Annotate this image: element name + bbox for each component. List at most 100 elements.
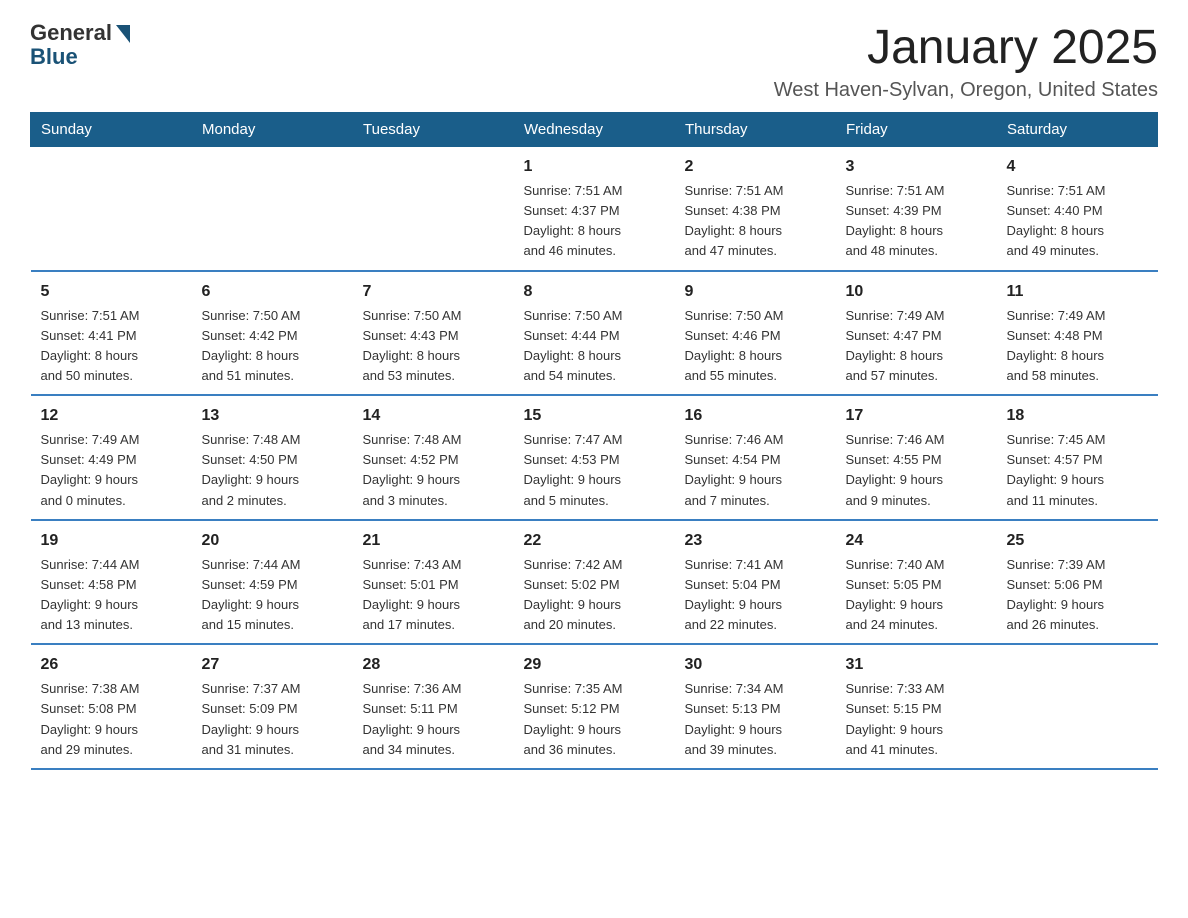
day-number: 5 bbox=[41, 280, 182, 304]
day-number: 19 bbox=[41, 529, 182, 553]
day-number: 2 bbox=[685, 155, 826, 179]
calendar-cell: 9Sunrise: 7:50 AM Sunset: 4:46 PM Daylig… bbox=[675, 271, 836, 396]
day-number: 7 bbox=[363, 280, 504, 304]
calendar-week-row: 12Sunrise: 7:49 AM Sunset: 4:49 PM Dayli… bbox=[31, 395, 1158, 520]
calendar-cell: 1Sunrise: 7:51 AM Sunset: 4:37 PM Daylig… bbox=[514, 147, 675, 271]
month-title: January 2025 bbox=[774, 20, 1158, 75]
day-info: Sunrise: 7:51 AM Sunset: 4:40 PM Dayligh… bbox=[1007, 181, 1148, 262]
day-info: Sunrise: 7:42 AM Sunset: 5:02 PM Dayligh… bbox=[524, 555, 665, 636]
calendar-cell: 19Sunrise: 7:44 AM Sunset: 4:58 PM Dayli… bbox=[31, 520, 192, 645]
calendar-cell: 8Sunrise: 7:50 AM Sunset: 4:44 PM Daylig… bbox=[514, 271, 675, 396]
day-of-week-header: Saturday bbox=[997, 113, 1158, 147]
calendar-week-row: 26Sunrise: 7:38 AM Sunset: 5:08 PM Dayli… bbox=[31, 644, 1158, 769]
day-of-week-header: Thursday bbox=[675, 113, 836, 147]
day-of-week-header: Sunday bbox=[31, 113, 192, 147]
calendar-week-row: 19Sunrise: 7:44 AM Sunset: 4:58 PM Dayli… bbox=[31, 520, 1158, 645]
calendar-cell: 26Sunrise: 7:38 AM Sunset: 5:08 PM Dayli… bbox=[31, 644, 192, 769]
day-number: 21 bbox=[363, 529, 504, 553]
calendar-cell: 2Sunrise: 7:51 AM Sunset: 4:38 PM Daylig… bbox=[675, 147, 836, 271]
day-of-week-header: Monday bbox=[192, 113, 353, 147]
day-info: Sunrise: 7:35 AM Sunset: 5:12 PM Dayligh… bbox=[524, 679, 665, 760]
calendar-cell: 5Sunrise: 7:51 AM Sunset: 4:41 PM Daylig… bbox=[31, 271, 192, 396]
day-info: Sunrise: 7:44 AM Sunset: 4:58 PM Dayligh… bbox=[41, 555, 182, 636]
calendar-cell: 4Sunrise: 7:51 AM Sunset: 4:40 PM Daylig… bbox=[997, 147, 1158, 271]
day-info: Sunrise: 7:36 AM Sunset: 5:11 PM Dayligh… bbox=[363, 679, 504, 760]
day-info: Sunrise: 7:41 AM Sunset: 5:04 PM Dayligh… bbox=[685, 555, 826, 636]
day-info: Sunrise: 7:43 AM Sunset: 5:01 PM Dayligh… bbox=[363, 555, 504, 636]
calendar-cell: 21Sunrise: 7:43 AM Sunset: 5:01 PM Dayli… bbox=[353, 520, 514, 645]
day-info: Sunrise: 7:51 AM Sunset: 4:38 PM Dayligh… bbox=[685, 181, 826, 262]
day-info: Sunrise: 7:45 AM Sunset: 4:57 PM Dayligh… bbox=[1007, 430, 1148, 511]
location-title: West Haven-Sylvan, Oregon, United States bbox=[774, 79, 1158, 102]
day-of-week-header: Wednesday bbox=[514, 113, 675, 147]
day-number: 12 bbox=[41, 404, 182, 428]
calendar-week-row: 1Sunrise: 7:51 AM Sunset: 4:37 PM Daylig… bbox=[31, 147, 1158, 271]
day-number: 24 bbox=[846, 529, 987, 553]
calendar-cell: 17Sunrise: 7:46 AM Sunset: 4:55 PM Dayli… bbox=[836, 395, 997, 520]
calendar-cell: 13Sunrise: 7:48 AM Sunset: 4:50 PM Dayli… bbox=[192, 395, 353, 520]
day-number: 28 bbox=[363, 653, 504, 677]
calendar-cell: 18Sunrise: 7:45 AM Sunset: 4:57 PM Dayli… bbox=[997, 395, 1158, 520]
day-number: 26 bbox=[41, 653, 182, 677]
calendar-cell: 30Sunrise: 7:34 AM Sunset: 5:13 PM Dayli… bbox=[675, 644, 836, 769]
day-number: 20 bbox=[202, 529, 343, 553]
day-number: 29 bbox=[524, 653, 665, 677]
calendar-cell bbox=[997, 644, 1158, 769]
calendar-cell: 3Sunrise: 7:51 AM Sunset: 4:39 PM Daylig… bbox=[836, 147, 997, 271]
calendar-cell: 6Sunrise: 7:50 AM Sunset: 4:42 PM Daylig… bbox=[192, 271, 353, 396]
calendar-cell bbox=[353, 147, 514, 271]
day-number: 30 bbox=[685, 653, 826, 677]
day-info: Sunrise: 7:39 AM Sunset: 5:06 PM Dayligh… bbox=[1007, 555, 1148, 636]
day-info: Sunrise: 7:40 AM Sunset: 5:05 PM Dayligh… bbox=[846, 555, 987, 636]
day-number: 8 bbox=[524, 280, 665, 304]
day-info: Sunrise: 7:49 AM Sunset: 4:47 PM Dayligh… bbox=[846, 306, 987, 387]
day-info: Sunrise: 7:33 AM Sunset: 5:15 PM Dayligh… bbox=[846, 679, 987, 760]
day-info: Sunrise: 7:38 AM Sunset: 5:08 PM Dayligh… bbox=[41, 679, 182, 760]
day-number: 10 bbox=[846, 280, 987, 304]
page-header: General Blue January 2025 West Haven-Syl… bbox=[30, 20, 1158, 102]
day-number: 6 bbox=[202, 280, 343, 304]
day-number: 16 bbox=[685, 404, 826, 428]
calendar-cell: 31Sunrise: 7:33 AM Sunset: 5:15 PM Dayli… bbox=[836, 644, 997, 769]
calendar-cell: 10Sunrise: 7:49 AM Sunset: 4:47 PM Dayli… bbox=[836, 271, 997, 396]
calendar-cell: 28Sunrise: 7:36 AM Sunset: 5:11 PM Dayli… bbox=[353, 644, 514, 769]
day-number: 18 bbox=[1007, 404, 1148, 428]
day-number: 15 bbox=[524, 404, 665, 428]
day-info: Sunrise: 7:50 AM Sunset: 4:44 PM Dayligh… bbox=[524, 306, 665, 387]
day-info: Sunrise: 7:47 AM Sunset: 4:53 PM Dayligh… bbox=[524, 430, 665, 511]
calendar-header-row: SundayMondayTuesdayWednesdayThursdayFrid… bbox=[31, 113, 1158, 147]
day-number: 1 bbox=[524, 155, 665, 179]
day-number: 9 bbox=[685, 280, 826, 304]
calendar-cell: 14Sunrise: 7:48 AM Sunset: 4:52 PM Dayli… bbox=[353, 395, 514, 520]
day-info: Sunrise: 7:34 AM Sunset: 5:13 PM Dayligh… bbox=[685, 679, 826, 760]
day-of-week-header: Tuesday bbox=[353, 113, 514, 147]
day-number: 4 bbox=[1007, 155, 1148, 179]
day-number: 23 bbox=[685, 529, 826, 553]
day-info: Sunrise: 7:46 AM Sunset: 4:55 PM Dayligh… bbox=[846, 430, 987, 511]
day-number: 13 bbox=[202, 404, 343, 428]
calendar-cell: 22Sunrise: 7:42 AM Sunset: 5:02 PM Dayli… bbox=[514, 520, 675, 645]
calendar-cell: 7Sunrise: 7:50 AM Sunset: 4:43 PM Daylig… bbox=[353, 271, 514, 396]
calendar-cell: 16Sunrise: 7:46 AM Sunset: 4:54 PM Dayli… bbox=[675, 395, 836, 520]
day-number: 31 bbox=[846, 653, 987, 677]
logo-arrow-icon bbox=[116, 25, 130, 43]
day-info: Sunrise: 7:44 AM Sunset: 4:59 PM Dayligh… bbox=[202, 555, 343, 636]
logo-blue-text: Blue bbox=[30, 44, 78, 70]
logo: General Blue bbox=[30, 20, 130, 70]
day-number: 3 bbox=[846, 155, 987, 179]
calendar-week-row: 5Sunrise: 7:51 AM Sunset: 4:41 PM Daylig… bbox=[31, 271, 1158, 396]
day-number: 11 bbox=[1007, 280, 1148, 304]
calendar-cell: 25Sunrise: 7:39 AM Sunset: 5:06 PM Dayli… bbox=[997, 520, 1158, 645]
logo-general-text: General bbox=[30, 20, 112, 46]
calendar-table: SundayMondayTuesdayWednesdayThursdayFrid… bbox=[30, 112, 1158, 770]
day-number: 22 bbox=[524, 529, 665, 553]
day-of-week-header: Friday bbox=[836, 113, 997, 147]
day-info: Sunrise: 7:49 AM Sunset: 4:49 PM Dayligh… bbox=[41, 430, 182, 511]
day-info: Sunrise: 7:48 AM Sunset: 4:52 PM Dayligh… bbox=[363, 430, 504, 511]
day-info: Sunrise: 7:37 AM Sunset: 5:09 PM Dayligh… bbox=[202, 679, 343, 760]
day-number: 27 bbox=[202, 653, 343, 677]
day-info: Sunrise: 7:51 AM Sunset: 4:41 PM Dayligh… bbox=[41, 306, 182, 387]
day-number: 25 bbox=[1007, 529, 1148, 553]
day-info: Sunrise: 7:51 AM Sunset: 4:37 PM Dayligh… bbox=[524, 181, 665, 262]
day-info: Sunrise: 7:50 AM Sunset: 4:46 PM Dayligh… bbox=[685, 306, 826, 387]
